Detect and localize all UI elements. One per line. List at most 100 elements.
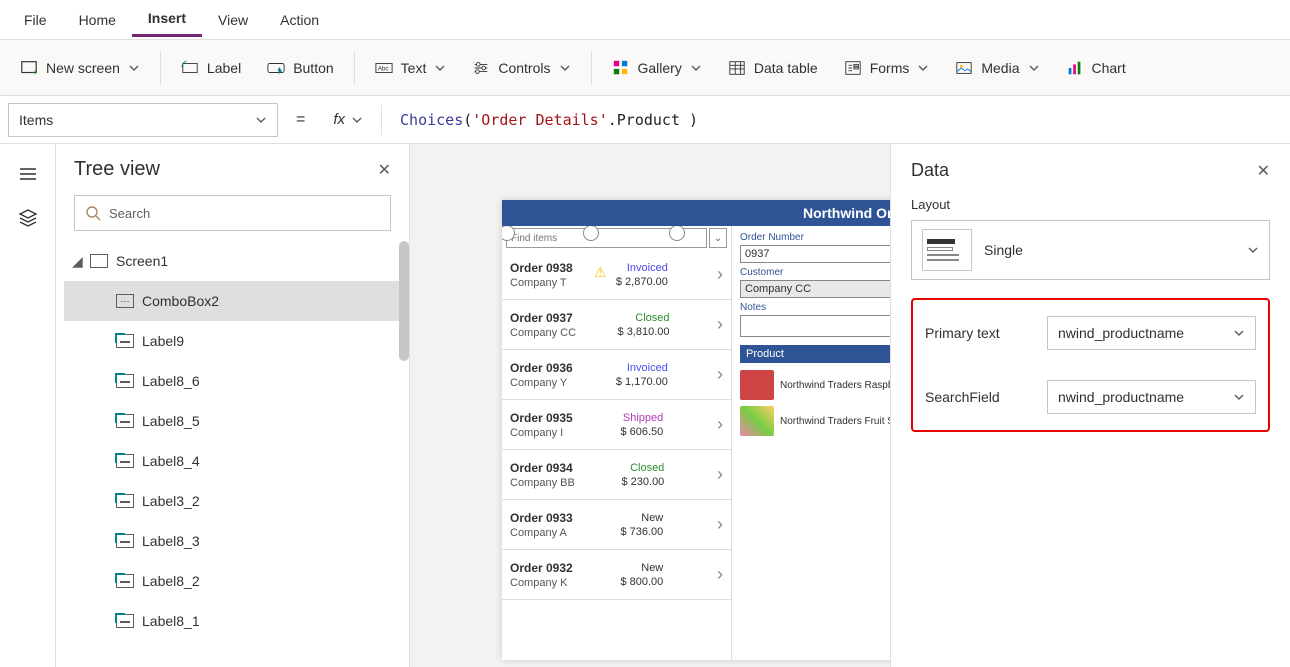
formula-input[interactable]: Choices( 'Order Details'.Product ): [390, 103, 1282, 137]
tree-node-label9[interactable]: Label9: [64, 321, 409, 361]
order-row[interactable]: Order 0937Company CCClosed$ 3,810.00›: [502, 300, 731, 350]
menu-file[interactable]: File: [8, 4, 63, 36]
order-amount: $ 736.00: [620, 526, 663, 538]
selection-handle[interactable]: [670, 226, 684, 240]
order-number: Order 0932: [510, 561, 573, 575]
fx-button[interactable]: fx: [323, 111, 373, 128]
layout-thumbnail-icon: [922, 229, 972, 271]
tree-node-label3_2[interactable]: Label3_2: [64, 481, 409, 521]
primary-text-dropdown[interactable]: nwind_productname: [1047, 316, 1256, 350]
chevron-down-icon: [434, 62, 446, 74]
menu-view[interactable]: View: [202, 4, 264, 36]
tree-list: ◢ Screen1 ComboBox2Label9 Label8_6 Label8_…: [56, 241, 409, 641]
label-button[interactable]: Label: [169, 53, 253, 83]
tree-node-label8_2[interactable]: Label8_2: [64, 561, 409, 601]
chevron-right-icon: ›: [711, 314, 723, 335]
tree-node-label8_4[interactable]: Label8_4: [64, 441, 409, 481]
close-icon[interactable]: ✕: [1257, 161, 1270, 181]
order-amount: $ 800.00: [620, 576, 663, 588]
tree-node-screen1[interactable]: ◢ Screen1: [64, 241, 409, 281]
label-control-icon: [116, 334, 134, 348]
order-amount: $ 3,810.00: [618, 326, 670, 338]
warning-icon: ⚠: [594, 264, 607, 281]
chart-btn-label: Chart: [1092, 60, 1126, 76]
label-btn-label: Label: [207, 60, 241, 76]
tree-search-input[interactable]: Search: [74, 195, 391, 231]
menu-action[interactable]: Action: [264, 4, 335, 36]
gallery-button[interactable]: Gallery: [600, 53, 714, 83]
left-rail: [0, 144, 56, 667]
order-amount: $ 1,170.00: [616, 376, 668, 388]
tree-node-label8_5[interactable]: Label8_5: [64, 401, 409, 441]
layers-icon[interactable]: [16, 206, 40, 230]
order-row[interactable]: Order 0936Company YInvoiced$ 1,170.00›: [502, 350, 731, 400]
new-screen-button[interactable]: + New screen: [8, 53, 152, 83]
formula-token-str: 'Order Details': [472, 111, 607, 129]
text-button[interactable]: Abc Text: [363, 53, 459, 83]
order-company: Company A: [510, 527, 573, 539]
property-selector[interactable]: Items: [8, 103, 278, 137]
media-btn-label: Media: [981, 60, 1019, 76]
controls-button[interactable]: Controls: [460, 53, 582, 83]
gallery-icon: [612, 59, 630, 77]
menu-insert[interactable]: Insert: [132, 2, 202, 37]
chart-button[interactable]: Chart: [1054, 53, 1138, 83]
insert-ribbon: + New screen Label Button Abc Text Contr…: [0, 40, 1290, 96]
chevron-down-icon: [1233, 391, 1245, 403]
search-field-label: SearchField: [925, 389, 1035, 405]
product-name: Northwind Traders Fruit S: [780, 416, 894, 427]
tree-node-label8_1[interactable]: Label8_1: [64, 601, 409, 641]
controls-icon: [472, 59, 490, 77]
new-screen-icon: +: [20, 59, 38, 77]
chevron-down-icon: [1233, 327, 1245, 339]
chevron-right-icon: ›: [711, 514, 723, 535]
tree-scrollbar[interactable]: [399, 241, 409, 361]
forms-button[interactable]: Forms: [832, 53, 942, 83]
formula-token: (: [463, 111, 472, 129]
order-row[interactable]: Order 0938Company TInvoiced$ 2,870.00›⚠: [502, 250, 731, 300]
search-field-value: nwind_productname: [1058, 389, 1184, 405]
layout-section-label: Layout: [911, 197, 1270, 212]
primary-text-label: Primary text: [925, 325, 1035, 341]
tree-view-panel: Tree view ✕ Search ◢ Screen1 ComboBox2La…: [56, 144, 410, 667]
chevron-down-icon: [128, 62, 140, 74]
order-company: Company K: [510, 577, 573, 589]
tree-node-label: Label8_6: [142, 373, 200, 389]
label-control-icon: [116, 534, 134, 548]
order-row[interactable]: Order 0935Company IShipped$ 606.50›: [502, 400, 731, 450]
text-btn-label: Text: [401, 60, 427, 76]
media-button[interactable]: Media: [943, 53, 1051, 83]
orders-gallery: ⌄ Order 0938Company TInvoiced$ 2,870.00›…: [502, 226, 732, 660]
chevron-down-icon: [1247, 244, 1259, 256]
canvas-area: Northwind Ord ⌄ Order 0938Company TInvoi…: [410, 144, 1290, 667]
menu-home[interactable]: Home: [63, 4, 132, 36]
controls-btn-label: Controls: [498, 60, 550, 76]
hamburger-icon[interactable]: [16, 162, 40, 186]
order-row[interactable]: Order 0933Company ANew$ 736.00›: [502, 500, 731, 550]
order-row[interactable]: Order 0934Company BBClosed$ 230.00›: [502, 450, 731, 500]
tree-node-label: Label3_2: [142, 493, 200, 509]
tree-node-label8_6[interactable]: Label8_6: [64, 361, 409, 401]
chevron-right-icon: ›: [711, 364, 723, 385]
tree-node-label8_3[interactable]: Label8_3: [64, 521, 409, 561]
search-field-dropdown[interactable]: nwind_productname: [1047, 380, 1256, 414]
svg-text:Abc: Abc: [377, 65, 388, 72]
chart-icon: [1066, 59, 1084, 77]
layout-selector[interactable]: Single: [911, 220, 1270, 280]
button-btn-label: Button: [293, 60, 333, 76]
close-icon[interactable]: ✕: [378, 160, 391, 180]
tree-node-combobox2[interactable]: ComboBox2: [64, 281, 409, 321]
order-row[interactable]: Order 0932Company KNew$ 800.00›: [502, 550, 731, 600]
ribbon-separator: [591, 51, 592, 85]
order-company: Company I: [510, 427, 573, 439]
label-control-icon: [116, 414, 134, 428]
order-status: New: [641, 562, 663, 574]
chevron-right-icon: ›: [711, 264, 723, 285]
caret-down-icon: ◢: [72, 253, 82, 270]
highlighted-fields-region: Primary text nwind_productname SearchFie…: [911, 298, 1270, 432]
data-table-button[interactable]: Data table: [716, 53, 830, 83]
button-button[interactable]: Button: [255, 53, 345, 83]
chevron-down-icon[interactable]: ⌄: [709, 228, 727, 248]
selection-handle[interactable]: [584, 226, 598, 240]
screen-icon: [90, 254, 108, 268]
